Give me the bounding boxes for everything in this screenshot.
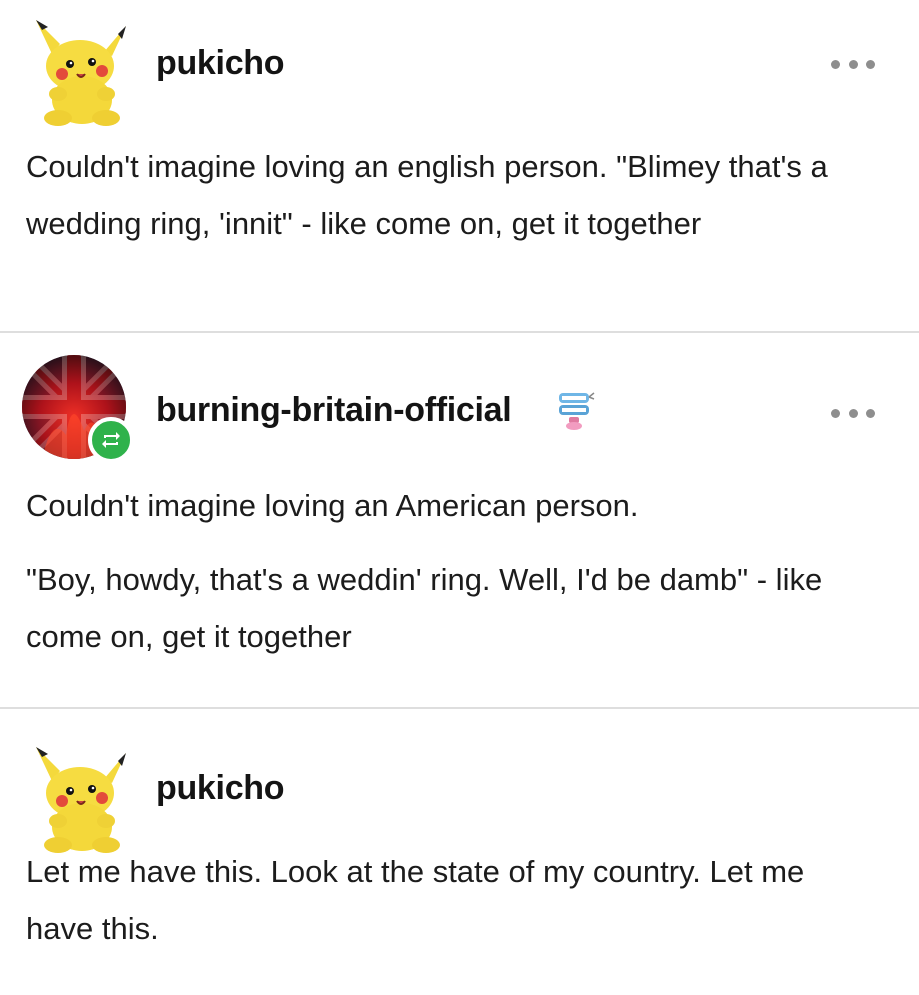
post: pukicho Couldn't imagine loving an engli… bbox=[0, 0, 919, 331]
more-options-icon[interactable] bbox=[831, 57, 875, 71]
pikachu-plush-icon[interactable] bbox=[22, 14, 138, 130]
reblog-icon bbox=[88, 417, 134, 463]
post-text: "Boy, howdy, that's a weddin' ring. Well… bbox=[26, 562, 823, 654]
username[interactable]: pukicho bbox=[156, 771, 285, 805]
username[interactable]: burning-britain-official bbox=[156, 393, 512, 427]
more-options-icon[interactable] bbox=[831, 406, 875, 420]
post-text: Let me have this. Look at the state of m… bbox=[26, 854, 805, 946]
chattering-teeth-icon bbox=[555, 387, 595, 431]
post: pukicho Let me have this. Look at the st… bbox=[0, 709, 919, 995]
username[interactable]: pukicho bbox=[156, 46, 285, 80]
pikachu-plush-icon[interactable] bbox=[22, 741, 138, 857]
post-text: Couldn't imagine loving an American pers… bbox=[26, 488, 639, 523]
post: burning-britain-official Couldn't imagin… bbox=[0, 333, 919, 707]
post-text: Couldn't imagine loving an english perso… bbox=[26, 149, 828, 241]
